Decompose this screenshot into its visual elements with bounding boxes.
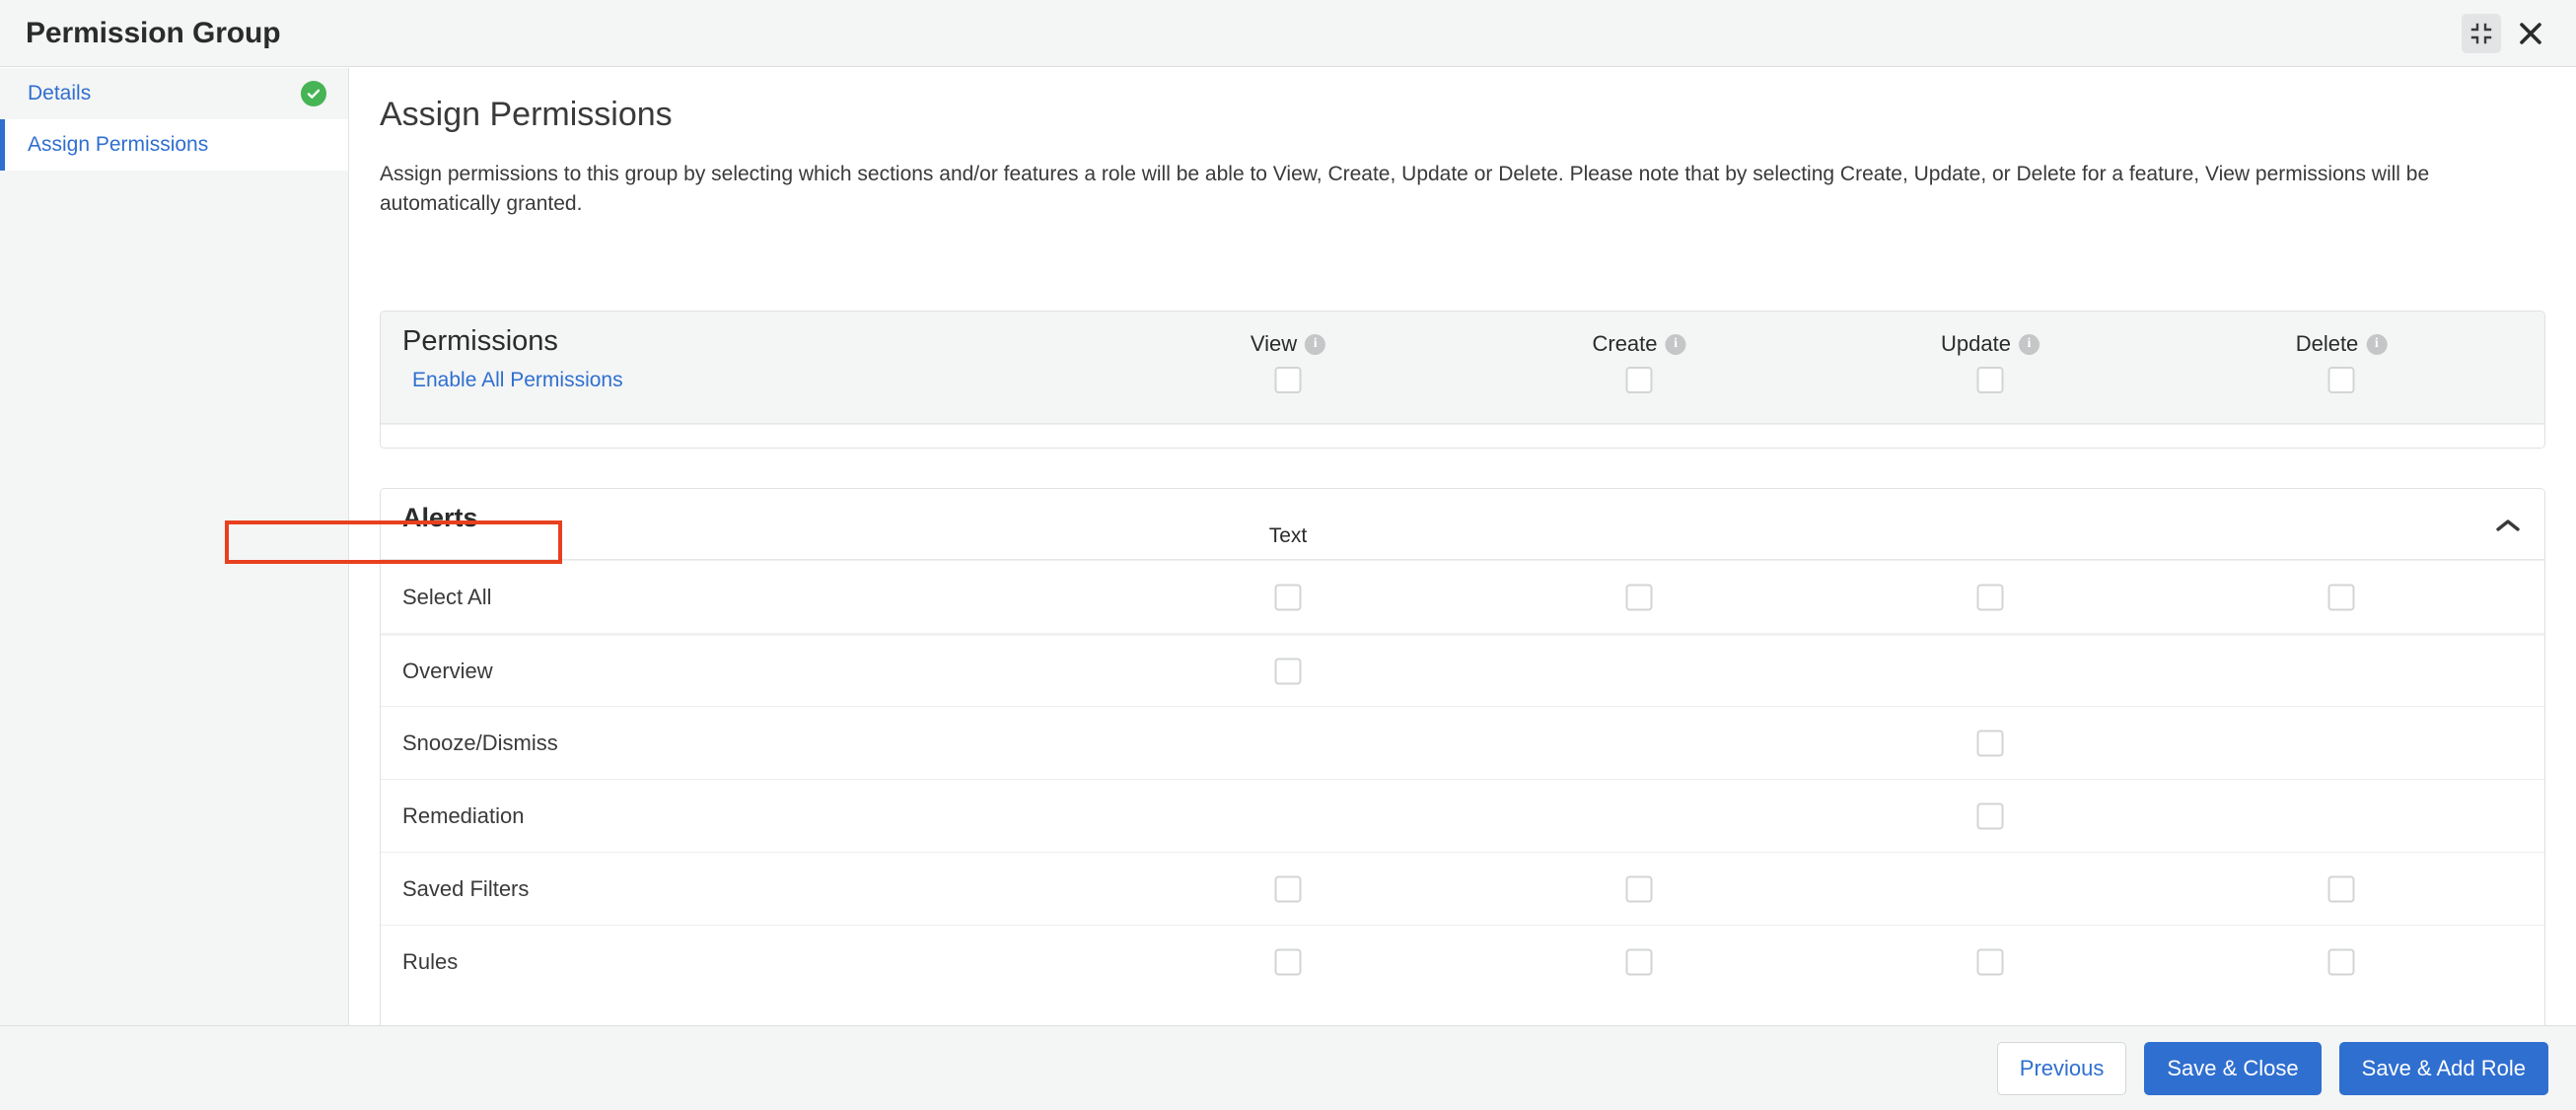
- sidebar-item-details[interactable]: Details: [0, 68, 348, 119]
- checkbox-saved-filters-view[interactable]: [1274, 875, 1302, 902]
- table-row: Saved Filters: [381, 852, 2544, 925]
- checkbox-header-update[interactable]: [1976, 367, 2004, 393]
- modal-title: Permission Group: [26, 16, 281, 49]
- sidebar-item-label: Assign Permissions: [28, 133, 209, 156]
- previous-button[interactable]: Previous: [1996, 1041, 2127, 1095]
- column-label: Delete: [2295, 331, 2359, 356]
- row-label: Remediation: [402, 802, 525, 828]
- column-header-view: View i: [1250, 331, 1326, 357]
- checkbox-select-all-delete[interactable]: [2327, 584, 2355, 610]
- alerts-card-header: Alerts Text: [381, 489, 2544, 560]
- titlebar-actions: [2462, 13, 2550, 53]
- enable-all-permissions-link[interactable]: Enable All Permissions: [412, 369, 623, 392]
- table-row: Snooze/Dismiss: [381, 706, 2544, 779]
- page-title: Assign Permissions: [380, 96, 673, 133]
- save-and-close-button[interactable]: Save & Close: [2144, 1041, 2322, 1095]
- row-label: Saved Filters: [402, 875, 530, 901]
- info-icon[interactable]: i: [1305, 333, 1326, 355]
- checkbox-overview-view[interactable]: [1274, 658, 1302, 684]
- wizard-sidebar: Details Assign Permissions: [0, 68, 349, 1025]
- checkbox-header-view[interactable]: [1274, 367, 1302, 393]
- row-label: Overview: [402, 658, 493, 683]
- checkbox-select-all-create[interactable]: [1625, 584, 1653, 610]
- modal-footer: Previous Save & Close Save & Add Role: [0, 1025, 2576, 1110]
- checkbox-select-all-update[interactable]: [1976, 584, 2004, 610]
- row-label: Select All: [402, 584, 492, 609]
- permissions-card: Permissions Enable All Permissions View …: [380, 311, 2545, 449]
- info-icon[interactable]: i: [2018, 333, 2039, 355]
- column-label: Create: [1592, 331, 1658, 356]
- collapse-inward-icon[interactable]: [2462, 13, 2501, 53]
- info-icon[interactable]: i: [2366, 333, 2388, 355]
- column-header-update: Update i: [1941, 331, 2039, 357]
- checkbox-clipped-delete[interactable]: [2328, 448, 2355, 449]
- checkbox-clipped-view[interactable]: [1275, 448, 1302, 449]
- checkbox-snooze-dismiss-update[interactable]: [1976, 729, 2004, 756]
- checkbox-saved-filters-delete[interactable]: [2327, 875, 2355, 902]
- permissions-card-header: Permissions Enable All Permissions View …: [381, 312, 2544, 424]
- modal-titlebar: Permission Group: [0, 0, 2576, 67]
- table-row: Overview: [381, 633, 2544, 706]
- sidebar-item-assign-permissions[interactable]: Assign Permissions: [0, 119, 348, 171]
- alerts-card: Alerts Text Select All Overview Snooze/D…: [380, 488, 2545, 1025]
- alerts-text-sublabel: Text: [1268, 524, 1308, 547]
- sidebar-item-label: Details: [28, 82, 92, 104]
- checkbox-header-delete[interactable]: [2327, 367, 2355, 393]
- checkbox-rules-update[interactable]: [1976, 948, 2004, 975]
- permission-group-modal: Permission Group Details Assign Permissi…: [0, 0, 2576, 1110]
- checkbox-clipped-create[interactable]: [1626, 448, 1653, 449]
- column-header-create: Create i: [1592, 331, 1686, 357]
- checkbox-header-create[interactable]: [1625, 367, 1653, 393]
- main-content: Assign Permissions Assign permissions to…: [350, 68, 2576, 1025]
- permissions-row-clipped: [381, 424, 2544, 449]
- table-row: Remediation: [381, 779, 2544, 852]
- alerts-title: Alerts: [402, 503, 478, 532]
- row-label: Snooze/Dismiss: [402, 729, 558, 755]
- chevron-up-icon[interactable]: [2493, 511, 2523, 540]
- info-icon[interactable]: i: [1665, 333, 1686, 355]
- page-description: Assign permissions to this group by sele…: [380, 163, 2430, 215]
- checkbox-rules-view[interactable]: [1274, 948, 1302, 975]
- row-label: Rules: [402, 948, 459, 974]
- checkbox-select-all-view[interactable]: [1274, 584, 1302, 610]
- table-row: Select All: [381, 560, 2544, 633]
- checkbox-saved-filters-create[interactable]: [1625, 875, 1653, 902]
- checkbox-rules-delete[interactable]: [2327, 948, 2355, 975]
- permissions-title: Permissions: [402, 325, 558, 357]
- checkbox-clipped-update[interactable]: [1977, 448, 2004, 449]
- column-header-delete: Delete i: [2296, 331, 2388, 357]
- table-row: Rules: [381, 925, 2544, 998]
- checkbox-remediation-update[interactable]: [1976, 802, 2004, 829]
- column-label: View: [1250, 331, 1298, 356]
- save-and-add-role-button[interactable]: Save & Add Role: [2338, 1041, 2548, 1095]
- close-icon[interactable]: [2511, 14, 2550, 53]
- column-label: Update: [1941, 331, 2011, 356]
- checkbox-rules-create[interactable]: [1625, 948, 1653, 975]
- check-circle-icon: [301, 81, 326, 106]
